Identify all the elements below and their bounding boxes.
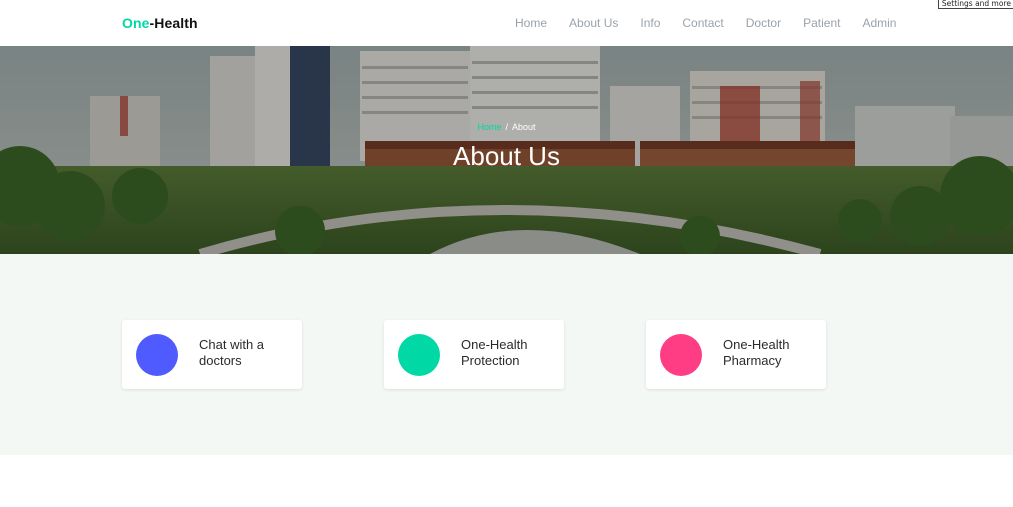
- nav-admin[interactable]: Admin: [862, 16, 896, 30]
- feature-circle-icon: [136, 334, 178, 376]
- brand-logo[interactable]: One-Health: [122, 15, 198, 31]
- breadcrumb-current: About: [512, 122, 536, 132]
- nav-info[interactable]: Info: [640, 16, 660, 30]
- feature-label: One-Health Protection: [461, 337, 528, 368]
- feature-circle-icon: [660, 334, 702, 376]
- breadcrumb-separator: /: [505, 122, 508, 132]
- nav-patient[interactable]: Patient: [803, 16, 840, 30]
- feature-card-pharmacy[interactable]: One-Health Pharmacy: [646, 320, 826, 389]
- feature-circle-icon: [398, 334, 440, 376]
- settings-tooltip: Settings and more: [937, 0, 1013, 9]
- brand-rest: -Health: [149, 15, 198, 31]
- brand-accent: One: [122, 15, 150, 31]
- nav-home[interactable]: Home: [515, 16, 547, 30]
- feature-label: One-Health Pharmacy: [723, 337, 790, 368]
- top-header: One-Health Home About Us Info Contact Do…: [0, 0, 1013, 46]
- nav-about-us[interactable]: About Us: [569, 16, 618, 30]
- feature-card-chat[interactable]: Chat with a doctors: [122, 320, 302, 389]
- hero-banner: Home / About About Us: [0, 46, 1013, 254]
- nav-doctor[interactable]: Doctor: [746, 16, 781, 30]
- feature-label: Chat with a doctors: [199, 337, 265, 368]
- main-nav: Home About Us Info Contact Doctor Patien…: [515, 16, 918, 30]
- feature-card-protection[interactable]: One-Health Protection: [384, 320, 564, 389]
- features-section: Chat with a doctors One-Health Protectio…: [0, 254, 1013, 455]
- nav-contact[interactable]: Contact: [682, 16, 723, 30]
- breadcrumb-home-link[interactable]: Home: [477, 122, 501, 132]
- page-title: About Us: [453, 141, 560, 171]
- breadcrumb: Home / About: [0, 122, 1013, 132]
